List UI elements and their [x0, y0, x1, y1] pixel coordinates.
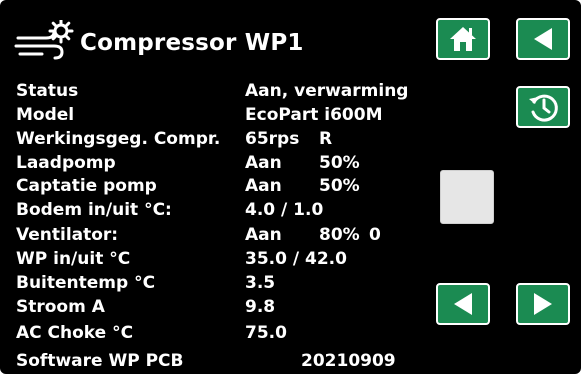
home-button[interactable]	[436, 18, 490, 60]
page-title: Compressor WP1	[80, 30, 304, 56]
row-value: 4.0 / 1.0	[245, 200, 324, 220]
back-button[interactable]	[516, 18, 570, 60]
next-button[interactable]	[516, 283, 570, 325]
row-value-2: 80%	[319, 225, 360, 245]
row-value: 75.0	[245, 323, 287, 343]
scroll-thumb[interactable]	[440, 170, 494, 224]
row-value: 9.8	[245, 297, 276, 317]
row-label: Software WP PCB	[16, 351, 184, 371]
previous-button[interactable]	[436, 283, 490, 325]
compressor-fan-icon	[14, 20, 74, 60]
history-icon	[529, 94, 558, 122]
row-value: Aan, verwarming	[245, 81, 409, 101]
back-arrow-icon	[534, 28, 552, 50]
row-label: Model	[16, 105, 75, 125]
row-label: Stroom A	[16, 297, 105, 317]
row-value: 20210909	[301, 351, 396, 371]
home-icon	[450, 27, 476, 51]
row-label: AC Choke °C	[16, 323, 134, 343]
row-value-3: 0	[369, 225, 381, 245]
row-label: Werkingsgeg. Compr.	[16, 129, 221, 149]
row-label: WP in/uit °C	[16, 249, 131, 269]
row-value-2: 50%	[319, 176, 360, 196]
row-label: Bodem in/uit °C:	[16, 200, 172, 220]
row-value: Aan	[245, 176, 282, 196]
row-value: 65rps	[245, 129, 300, 149]
row-value: 3.5	[245, 273, 276, 293]
row-value-2: R	[319, 129, 333, 149]
row-value: 35.0 / 42.0	[245, 249, 347, 269]
next-icon	[534, 293, 552, 315]
row-value: Aan	[245, 153, 282, 173]
row-label: Status	[16, 81, 79, 101]
row-value-2: 50%	[319, 153, 360, 173]
previous-icon	[454, 293, 472, 315]
row-value: Aan	[245, 225, 282, 245]
row-value: EcoPart i600M	[245, 105, 383, 125]
row-label: Ventilator:	[16, 225, 119, 245]
screen: Compressor WP1 Status Aan, verwarming Mo…	[0, 0, 581, 374]
row-label: Buitentemp °C	[16, 273, 156, 293]
row-label: Captatie pomp	[16, 176, 157, 196]
history-button[interactable]	[516, 86, 570, 128]
row-label: Laadpomp	[16, 153, 116, 173]
